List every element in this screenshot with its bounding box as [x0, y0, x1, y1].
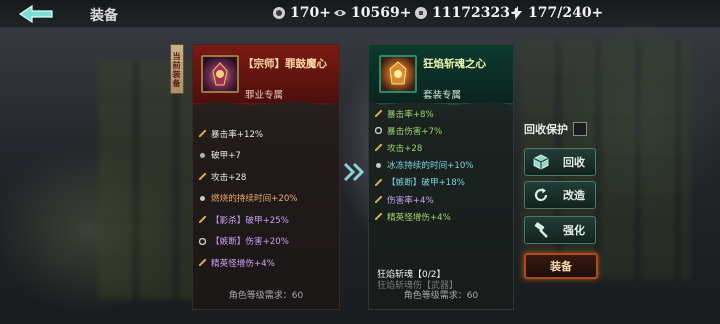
- spirit-icon: [333, 6, 347, 20]
- new-item-stats: 暴击率+8% 暴击伤害+7% 攻击+28 冰冻持续的时间+10% 【嫉断】破甲+…: [375, 105, 513, 225]
- stat-row: 暴击伤害+7%: [375, 122, 513, 139]
- new-item-type: 套装专属: [423, 90, 462, 101]
- skill-stat-icon: [375, 178, 382, 186]
- hammer-icon: [534, 222, 548, 238]
- enhance-button[interactable]: 强化: [524, 216, 596, 244]
- current-item-icon[interactable]: [201, 55, 239, 93]
- current-item-requirement: 角色等级需求：60: [228, 291, 304, 301]
- spirit-value: 10569+: [351, 5, 412, 21]
- fire-stat-icon: [199, 195, 206, 202]
- stat-text: 暴击伤害+7%: [387, 126, 443, 137]
- sword-stat-icon: [375, 110, 382, 118]
- stat-text: 精英怪增伤+4%: [211, 258, 275, 269]
- stat-row: 【嫉断】破甲+18%: [375, 174, 513, 191]
- stamina-resource: 177/240+: [510, 5, 603, 21]
- equip-label: 装备: [550, 260, 572, 273]
- shadow-stat-icon: [199, 216, 206, 224]
- stat-text: 【嫉断】破甲+18%: [387, 178, 465, 189]
- page-title: 装备: [90, 8, 118, 24]
- flame-soul-heart-icon: [389, 61, 407, 85]
- crit-damage-stat-icon: [375, 127, 382, 135]
- top-bar: 装备 170+ 10569+ 11172323+ 177/240+: [0, 0, 720, 28]
- stat-row: 冰冻持续的时间+10%: [375, 157, 513, 174]
- power-value: 170+: [290, 5, 331, 21]
- stat-row: 伤害率+4%: [375, 191, 513, 208]
- stat-text: 伤害率+4%: [387, 195, 434, 206]
- new-item-icon[interactable]: [379, 55, 417, 93]
- stat-text: 攻击+28: [387, 143, 423, 154]
- ice-stat-icon: [375, 162, 382, 169]
- recycle-label: 回收: [563, 156, 585, 169]
- elite-stat-icon: [375, 213, 382, 221]
- stat-row: 攻击+28: [375, 139, 513, 156]
- current-item-type: 罪业专属: [245, 90, 284, 101]
- stat-row: 燃烧的持续时间+20%: [199, 188, 337, 210]
- stat-text: 【影杀】破甲+25%: [211, 215, 289, 226]
- back-arrow-icon: [18, 4, 53, 24]
- spirit-resource: 10569+: [333, 5, 411, 21]
- current-item-stats: 暴击率+12% 破甲+7 攻击+28 燃烧的持续时间+20% 【影杀】破甲+25…: [199, 123, 337, 274]
- enhance-label: 强化: [563, 224, 585, 237]
- current-item-card: 【宗师】罪鼓魔心 罪业专属 暴击率+12% 破甲+7 攻击+28 燃烧的持续时间…: [192, 44, 340, 310]
- stat-row: 破甲+7: [199, 145, 337, 167]
- stat-row: 【影杀】破甲+25%: [199, 209, 337, 231]
- skill-stat-icon: [199, 237, 206, 245]
- reforge-button[interactable]: 改造: [524, 181, 596, 209]
- armor-break-stat-icon: [199, 152, 206, 159]
- stat-text: 燃烧的持续时间+20%: [211, 194, 298, 205]
- stat-row: 【嫉断】伤害+20%: [199, 231, 337, 253]
- new-item-card: 狂焰斩魂之心 套装专属 暴击率+8% 暴击伤害+7% 攻击+28 冰冻持续的时间…: [368, 44, 514, 310]
- new-item-requirement: 角色等级需求：60: [403, 291, 479, 301]
- compare-arrow-icon: [343, 162, 365, 182]
- stamina-value: 177/240+: [528, 5, 604, 21]
- elite-stat-icon: [199, 259, 206, 267]
- stat-text: 冰冻持续的时间+10%: [387, 161, 474, 172]
- damage-stat-icon: [375, 196, 382, 204]
- stat-row: 精英怪增伤+4%: [199, 252, 337, 274]
- coin-icon: [414, 6, 428, 20]
- stat-row: 暴击率+12%: [199, 123, 337, 145]
- new-item-name: 狂焰斩魂之心: [423, 58, 486, 70]
- equip-button[interactable]: 装备: [524, 253, 598, 279]
- refresh-icon: [534, 188, 548, 202]
- attack-stat-icon: [199, 173, 206, 181]
- coin-value: 11172323+: [432, 5, 522, 21]
- attack-stat-icon: [375, 144, 382, 152]
- recycle-cube-icon: [533, 154, 549, 170]
- stamina-bolt-icon: [510, 6, 524, 20]
- current-equipped-tag: 当前装备: [170, 44, 184, 94]
- recycle-button[interactable]: 回收: [524, 148, 596, 176]
- stat-row: 暴击率+8%: [375, 105, 513, 122]
- power-resource: 170+: [272, 5, 331, 21]
- stat-text: 暴击率+8%: [387, 109, 434, 120]
- stat-row: 攻击+28: [199, 166, 337, 188]
- stat-text: 精英怪增伤+4%: [387, 212, 451, 223]
- power-icon: [272, 6, 286, 20]
- back-button[interactable]: [16, 3, 58, 25]
- stat-text: 攻击+28: [211, 172, 247, 183]
- sword-stat-icon: [199, 130, 206, 138]
- stat-text: 暴击率+12%: [211, 129, 264, 140]
- coin-resource: 11172323+: [414, 5, 522, 21]
- stat-text: 破甲+7: [211, 151, 241, 162]
- stat-row: 精英怪增伤+4%: [375, 208, 513, 225]
- recycle-protect-checkbox[interactable]: [573, 122, 587, 136]
- recycle-protect-label: 回收保护: [524, 123, 568, 136]
- demon-heart-icon: [212, 62, 228, 86]
- recycle-protect-toggle[interactable]: 回收保护: [524, 121, 587, 137]
- current-item-name: 【宗师】罪鼓魔心: [243, 58, 327, 70]
- reforge-label: 改造: [563, 189, 585, 202]
- stat-text: 【嫉断】伤害+20%: [211, 237, 289, 248]
